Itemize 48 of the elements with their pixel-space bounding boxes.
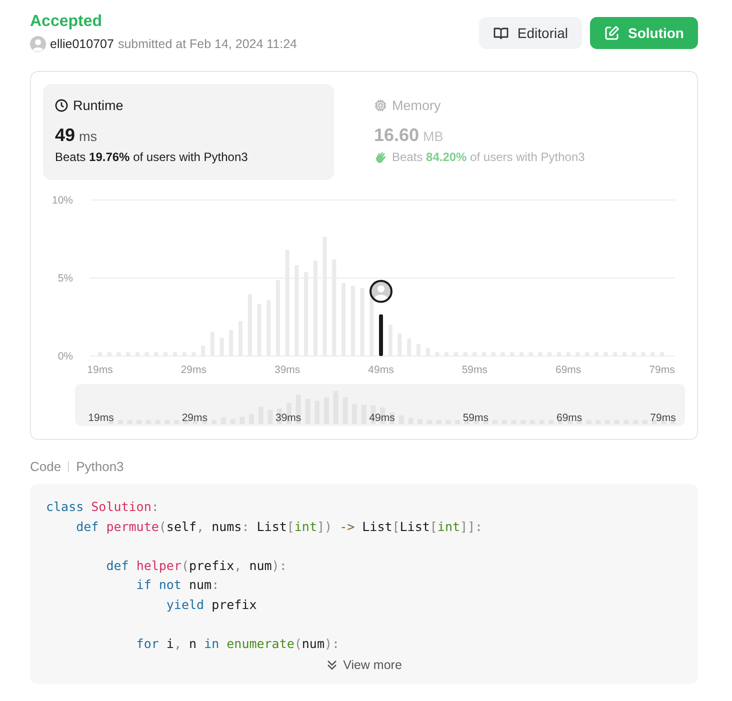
navigator-label: 79ms [650,412,676,424]
x-axis-label: 59ms [462,364,488,376]
navigator-label: 29ms [182,412,208,424]
submitted-time: submitted at Feb 14, 2024 11:24 [118,37,298,51]
code-line: def helper(prefix, num): [106,558,287,573]
x-axis-label: 79ms [649,364,675,376]
chip-icon [374,99,387,112]
stat-title: Runtime [73,98,124,113]
avatar-icon [30,36,46,52]
clapping-hands-icon [374,150,388,164]
x-axis-label: 19ms [87,364,113,376]
y-axis-label: 0% [58,350,73,362]
book-icon [493,25,510,41]
stat-unit: ms [79,129,98,144]
code-line: if not num: [136,577,220,592]
navigator-label: 49ms [369,412,395,424]
language-label: Python3 [76,459,124,474]
x-axis-label: 29ms [180,364,206,376]
range-navigator[interactable]: 19ms 29ms 39ms 49ms 59ms 69ms 79ms [75,384,685,426]
editorial-button[interactable]: Editorial [479,17,582,49]
double-chevron-down-icon [326,658,338,671]
edit-icon [604,25,620,41]
navigator-label: 39ms [276,412,302,424]
code-line: yield prefix [166,596,257,612]
navigator-label: 19ms [88,412,114,424]
beats-text: Beats 19.76% of users with Python3 [55,150,248,164]
x-axis-label: 49ms [368,364,394,376]
x-axis-label: 69ms [556,364,582,376]
stat-value: 49 [55,125,76,146]
y-axis-label: 10% [52,194,73,206]
navigator-label: 59ms [462,412,488,424]
code-label: Code [30,459,62,474]
clock-icon [55,99,68,112]
stat-title: Memory [392,98,441,113]
code-line: class Solution: [46,499,159,514]
x-axis-label: 39ms [274,364,300,376]
stat-unit: MB [423,129,444,144]
view-more-button[interactable]: View more [322,656,406,674]
status-text: Accepted [30,12,104,32]
username-link[interactable]: ellie010707 [50,37,114,51]
runtime-tab[interactable]: Runtime 49 ms Beats 19.76% of users with Python3 [43,84,334,180]
code-line: for i, n in enumerate(num): [136,636,340,652]
user-avatar-marker-icon [370,280,392,303]
y-axis-label: 5% [58,272,73,284]
navigator-label: 69ms [556,412,582,424]
beats-text: Beats 84.20% of users with Python3 [392,150,585,164]
stat-value: 16.60 [374,125,420,146]
code-line: def permute(self, nums: List[int]) -> List[List[int]]: [76,518,483,534]
